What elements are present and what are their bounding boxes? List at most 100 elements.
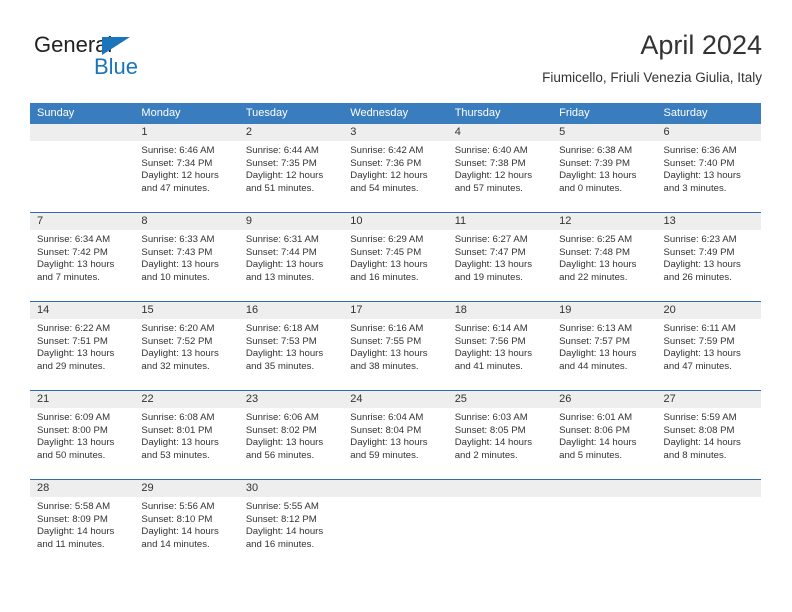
- sunrise-time: Sunrise: 6:42 AM: [350, 145, 424, 156]
- day-number: 8: [134, 213, 239, 230]
- day-number: 18: [447, 302, 553, 319]
- calendar-day-cell[interactable]: 14 Sunrise: 6:22 AM Sunset: 7:51 PM Dayligh…: [30, 302, 135, 390]
- daylight-duration-line2: and 5 minutes.: [559, 449, 623, 461]
- day-number: 5: [552, 124, 657, 141]
- day-details: Sunrise: 6:06 AM Sunset: 8:02 PM Daylight:…: [239, 408, 343, 462]
- sunrise-time: Sunrise: 6:14 AM: [454, 323, 528, 334]
- daylight-duration-line1: Daylight: 13 hours: [37, 348, 115, 360]
- sunrise-time: Sunrise: 6:29 AM: [350, 234, 424, 245]
- calendar-day-cell[interactable]: 11 Sunrise: 6:27 AM Sunset: 7:47 PM Dayligh…: [447, 213, 553, 301]
- day-number: [552, 480, 657, 497]
- daylight-duration-line2: and 54 minutes.: [350, 182, 419, 194]
- day-number: 1: [134, 124, 239, 141]
- calendar-day-cell[interactable]: 24 Sunrise: 6:04 AM Sunset: 8:04 PM Dayligh…: [343, 391, 448, 479]
- day-number: 21: [30, 391, 135, 408]
- calendar-day-cell[interactable]: 30 Sunrise: 5:55 AM Sunset: 8:12 PM Dayligh…: [238, 480, 344, 568]
- calendar-day-cell[interactable]: 23 Sunrise: 6:06 AM Sunset: 8:02 PM Dayligh…: [238, 391, 344, 479]
- sunset-time: Sunset: 7:40 PM: [663, 157, 735, 169]
- day-details: Sunrise: 6:23 AM Sunset: 7:49 PM Daylight:…: [657, 230, 761, 284]
- sunset-time: Sunset: 7:48 PM: [559, 246, 631, 258]
- calendar-day-cell[interactable]: 20 Sunrise: 6:11 AM Sunset: 7:59 PM Dayligh…: [656, 302, 761, 390]
- calendar-day-cell[interactable]: 9 Sunrise: 6:31 AM Sunset: 7:44 PM Daylight…: [238, 213, 344, 301]
- calendar-day-cell[interactable]: 19 Sunrise: 6:13 AM Sunset: 7:57 PM Dayligh…: [552, 302, 657, 390]
- calendar-day-cell[interactable]: 15 Sunrise: 6:20 AM Sunset: 7:52 PM Dayligh…: [134, 302, 239, 390]
- day-number: 28: [30, 480, 135, 497]
- day-details: Sunrise: 6:29 AM Sunset: 7:45 PM Daylight:…: [343, 230, 447, 284]
- sunset-time: Sunset: 7:43 PM: [141, 246, 213, 258]
- day-number: 30: [238, 480, 344, 497]
- daylight-duration-line1: Daylight: 13 hours: [559, 170, 637, 182]
- calendar-day-cell[interactable]: 1 Sunrise: 6:46 AM Sunset: 7:34 PM Daylight…: [134, 124, 239, 212]
- generalblue-logo[interactable]: General Blue: [34, 32, 204, 88]
- daylight-duration-line1: Daylight: 13 hours: [350, 348, 428, 360]
- calendar-day-cell-empty: [343, 480, 448, 568]
- calendar-day-cell[interactable]: 13 Sunrise: 6:23 AM Sunset: 7:49 PM Dayligh…: [656, 213, 761, 301]
- sunset-time: Sunset: 7:36 PM: [350, 157, 422, 169]
- sunset-time: Sunset: 7:35 PM: [245, 157, 317, 169]
- daylight-duration-line2: and 8 minutes.: [663, 449, 727, 461]
- calendar-day-cell[interactable]: 25 Sunrise: 6:03 AM Sunset: 8:05 PM Dayligh…: [447, 391, 553, 479]
- sunrise-time: Sunrise: 6:06 AM: [245, 412, 319, 423]
- daylight-duration-line2: and 50 minutes.: [37, 449, 106, 461]
- calendar-day-cell[interactable]: 10 Sunrise: 6:29 AM Sunset: 7:45 PM Dayligh…: [343, 213, 448, 301]
- daylight-duration-line1: Daylight: 13 hours: [559, 348, 637, 360]
- sunrise-time: Sunrise: 6:18 AM: [245, 323, 319, 334]
- day-number: 11: [447, 213, 553, 230]
- sunrise-time: Sunrise: 5:58 AM: [37, 501, 111, 512]
- calendar-day-cell[interactable]: 6 Sunrise: 6:36 AM Sunset: 7:40 PM Daylight…: [656, 124, 761, 212]
- daylight-duration-line2: and 10 minutes.: [141, 271, 210, 283]
- daylight-duration-line1: Daylight: 13 hours: [663, 348, 741, 360]
- day-number: 25: [447, 391, 553, 408]
- daylight-duration-line1: Daylight: 12 hours: [454, 170, 533, 182]
- calendar-day-cell[interactable]: 2 Sunrise: 6:44 AM Sunset: 7:35 PM Daylight…: [238, 124, 344, 212]
- calendar-day-cell[interactable]: 4 Sunrise: 6:40 AM Sunset: 7:38 PM Daylight…: [447, 124, 553, 212]
- calendar-day-cell[interactable]: 8 Sunrise: 6:33 AM Sunset: 7:43 PM Daylight…: [134, 213, 239, 301]
- sunset-time: Sunset: 7:57 PM: [559, 335, 631, 347]
- day-number: 22: [134, 391, 239, 408]
- sunrise-time: Sunrise: 6:08 AM: [141, 412, 215, 423]
- day-details: [30, 141, 134, 145]
- daylight-duration-line2: and 56 minutes.: [245, 449, 315, 461]
- calendar-day-cell[interactable]: 18 Sunrise: 6:14 AM Sunset: 7:56 PM Dayligh…: [447, 302, 553, 390]
- daylight-duration-line2: and 53 minutes.: [141, 449, 210, 461]
- day-details: [448, 497, 552, 501]
- calendar-day-cell[interactable]: 7 Sunrise: 6:34 AM Sunset: 7:42 PM Daylight…: [30, 213, 135, 301]
- day-number: 29: [134, 480, 239, 497]
- daylight-duration-line1: Daylight: 12 hours: [350, 170, 428, 182]
- day-details: Sunrise: 6:08 AM Sunset: 8:01 PM Daylight:…: [134, 408, 238, 462]
- day-details: Sunrise: 6:20 AM Sunset: 7:52 PM Daylight:…: [134, 319, 238, 373]
- sunrise-time: Sunrise: 6:44 AM: [245, 145, 319, 156]
- calendar-day-cell[interactable]: 3 Sunrise: 6:42 AM Sunset: 7:36 PM Daylight…: [343, 124, 448, 212]
- calendar-day-cell[interactable]: 29 Sunrise: 5:56 AM Sunset: 8:10 PM Dayligh…: [134, 480, 239, 568]
- calendar-day-cell-empty: [552, 480, 657, 568]
- page-title: April 2024: [640, 30, 762, 60]
- calendar-day-cell[interactable]: 28 Sunrise: 5:58 AM Sunset: 8:09 PM Dayligh…: [30, 480, 135, 568]
- sunrise-time: Sunrise: 6:31 AM: [245, 234, 319, 245]
- calendar-day-cell[interactable]: 22 Sunrise: 6:08 AM Sunset: 8:01 PM Dayligh…: [134, 391, 239, 479]
- day-number: 2: [238, 124, 344, 141]
- sunrise-time: Sunrise: 6:16 AM: [350, 323, 424, 334]
- daylight-duration-line2: and 19 minutes.: [454, 271, 523, 283]
- daylight-duration-line2: and 13 minutes.: [245, 271, 315, 283]
- calendar-day-cell[interactable]: 5 Sunrise: 6:38 AM Sunset: 7:39 PM Daylight…: [552, 124, 657, 212]
- calendar-week-row: 14 Sunrise: 6:22 AM Sunset: 7:51 PM Dayligh…: [30, 301, 761, 390]
- calendar-day-cell[interactable]: 16 Sunrise: 6:18 AM Sunset: 7:53 PM Dayligh…: [238, 302, 344, 390]
- daylight-duration-line1: Daylight: 13 hours: [454, 348, 533, 360]
- calendar-day-cell[interactable]: 21 Sunrise: 6:09 AM Sunset: 8:00 PM Dayligh…: [30, 391, 135, 479]
- daylight-duration-line1: Daylight: 14 hours: [454, 437, 533, 449]
- daylight-duration-line2: and 47 minutes.: [663, 360, 732, 372]
- daylight-duration-line1: Daylight: 13 hours: [245, 437, 324, 449]
- sunset-time: Sunset: 7:44 PM: [245, 246, 317, 258]
- day-details: Sunrise: 6:27 AM Sunset: 7:47 PM Daylight:…: [448, 230, 552, 284]
- calendar-day-cell[interactable]: 26 Sunrise: 6:01 AM Sunset: 8:06 PM Dayligh…: [552, 391, 657, 479]
- sunrise-time: Sunrise: 6:46 AM: [141, 145, 215, 156]
- sunset-time: Sunset: 8:00 PM: [37, 424, 108, 436]
- day-number: 27: [656, 391, 761, 408]
- calendar-day-cell[interactable]: 12 Sunrise: 6:25 AM Sunset: 7:48 PM Dayligh…: [552, 213, 657, 301]
- calendar-day-cell[interactable]: 27 Sunrise: 5:59 AM Sunset: 8:08 PM Dayligh…: [656, 391, 761, 479]
- sunrise-time: Sunrise: 6:13 AM: [559, 323, 633, 334]
- sunrise-time: Sunrise: 6:22 AM: [37, 323, 111, 334]
- calendar-day-cell[interactable]: 17 Sunrise: 6:16 AM Sunset: 7:55 PM Dayligh…: [343, 302, 448, 390]
- day-number: 20: [656, 302, 761, 319]
- sunset-time: Sunset: 8:10 PM: [141, 513, 213, 525]
